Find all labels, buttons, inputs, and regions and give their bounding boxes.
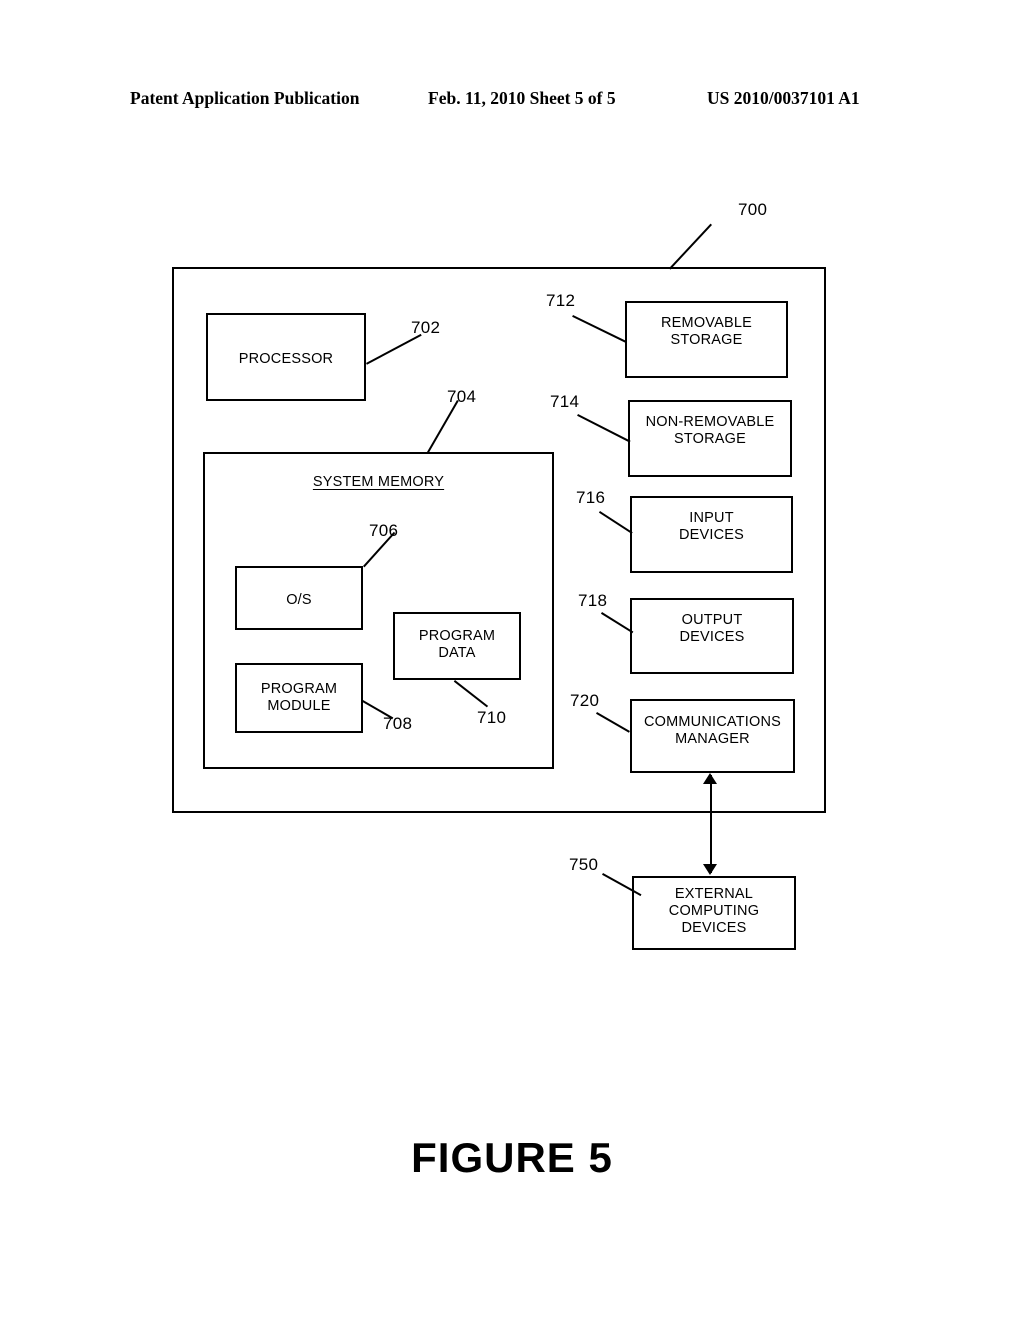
external-computing-devices-label-line3: DEVICES <box>681 920 747 936</box>
non-removable-storage-box: NON-REMOVABLE STORAGE <box>628 400 792 477</box>
external-computing-devices-box: EXTERNAL COMPUTING DEVICES <box>632 876 796 950</box>
header-publication-type: Patent Application Publication <box>130 88 360 108</box>
system-memory-label: SYSTEM MEMORY <box>312 474 445 490</box>
output-devices-box: OUTPUT DEVICES <box>630 598 794 674</box>
processor-label: PROCESSOR <box>238 351 334 367</box>
removable-storage-label-line1: REMOVABLE <box>661 315 752 331</box>
refnum-700: 700 <box>738 200 768 219</box>
external-computing-devices-label-line2: COMPUTING <box>668 903 760 919</box>
communications-manager-label-line1: COMMUNICATIONS <box>643 714 782 730</box>
program-data-label-line1: PROGRAM <box>418 628 496 644</box>
input-devices-label-line1: INPUT <box>689 510 734 526</box>
patent-figure-page: Patent Application Publication Feb. 11, … <box>0 0 1024 1320</box>
refnum-720: 720 <box>570 691 600 710</box>
processor-box: PROCESSOR <box>206 313 366 401</box>
non-removable-storage-label-line2: STORAGE <box>673 431 747 447</box>
figure-caption: FIGURE 5 <box>411 1134 613 1181</box>
refnum-708: 708 <box>383 714 413 733</box>
refnum-750: 750 <box>569 855 599 874</box>
output-devices-label-line1: OUTPUT <box>681 612 743 628</box>
comm-external-link-shaft <box>710 775 712 873</box>
input-devices-box: INPUT DEVICES <box>630 496 793 573</box>
comm-external-link-arrowhead-down <box>703 864 717 875</box>
removable-storage-box: REMOVABLE STORAGE <box>625 301 788 378</box>
program-module-box: PROGRAM MODULE <box>235 663 363 733</box>
os-label: O/S <box>286 592 312 608</box>
input-devices-label-line2: DEVICES <box>678 527 745 543</box>
comm-external-link-arrowhead-up <box>703 773 717 784</box>
os-box: O/S <box>235 566 363 630</box>
program-data-box: PROGRAM DATA <box>393 612 521 680</box>
header-patent-number: US 2010/0037101 A1 <box>707 88 860 108</box>
program-module-label-line2: MODULE <box>267 698 331 714</box>
output-devices-label-line2: DEVICES <box>679 629 745 645</box>
refnum-712: 712 <box>546 291 576 310</box>
refnum-718: 718 <box>578 591 608 610</box>
refnum-704: 704 <box>447 387 477 406</box>
external-computing-devices-label-line1: EXTERNAL <box>674 886 754 902</box>
leader-700 <box>668 223 712 270</box>
refnum-714: 714 <box>550 392 580 411</box>
refnum-716: 716 <box>576 488 606 507</box>
program-module-label-line1: PROGRAM <box>260 681 338 697</box>
refnum-710: 710 <box>477 708 507 727</box>
non-removable-storage-label-line1: NON-REMOVABLE <box>645 414 775 430</box>
program-data-label-line2: DATA <box>438 645 476 661</box>
publication-header: Patent Application Publication Feb. 11, … <box>0 88 1024 114</box>
communications-manager-label-line2: MANAGER <box>675 731 750 747</box>
communications-manager-box: COMMUNICATIONS MANAGER <box>630 699 795 773</box>
header-date-sheet: Feb. 11, 2010 Sheet 5 of 5 <box>428 88 616 108</box>
removable-storage-label-line2: STORAGE <box>670 332 743 348</box>
refnum-702: 702 <box>411 318 441 337</box>
